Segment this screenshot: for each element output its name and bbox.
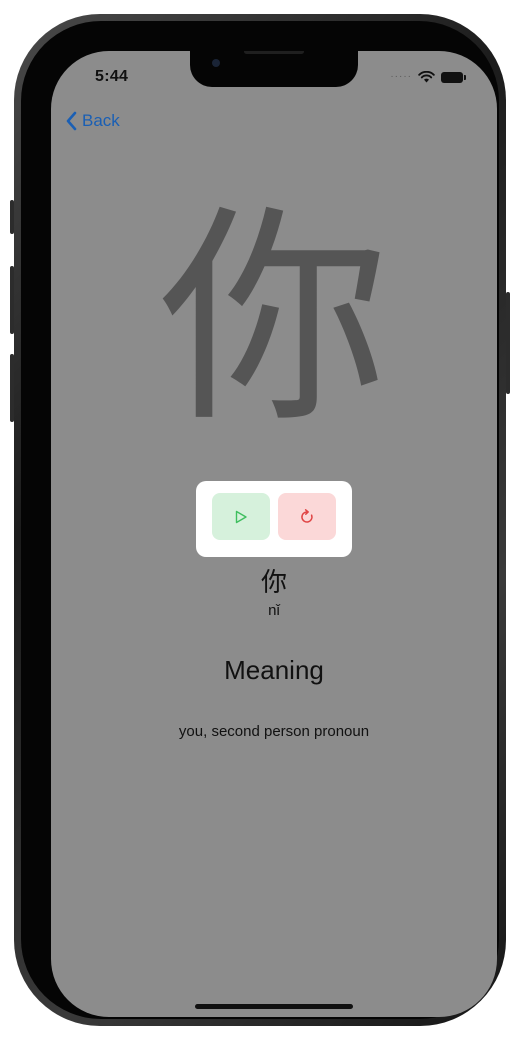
battery-icon xyxy=(441,71,466,83)
character-label: 你 xyxy=(260,567,287,597)
silent-switch xyxy=(10,200,14,234)
play-icon xyxy=(235,510,247,523)
volume-up-button xyxy=(10,266,14,334)
meaning-heading: Meaning xyxy=(224,655,324,685)
back-button[interactable]: Back xyxy=(65,111,120,131)
chevron-left-icon xyxy=(66,111,77,131)
reset-button[interactable] xyxy=(278,493,336,540)
volume-down-button xyxy=(10,354,14,422)
phone-frame: 5:44 ····· Back 你 你 nǐ Meaning you, seco… xyxy=(10,14,510,1026)
pinyin-label: nǐ xyxy=(268,602,280,619)
status-time: 5:44 xyxy=(95,68,129,85)
app-screen: 5:44 ····· Back 你 你 nǐ Meaning you, seco… xyxy=(51,51,497,1017)
refresh-icon xyxy=(301,508,313,523)
animation-controls xyxy=(196,481,352,557)
play-button[interactable] xyxy=(212,493,270,540)
meaning-text: you, second person pronoun xyxy=(178,723,370,740)
power-button xyxy=(506,292,510,394)
wifi-icon xyxy=(418,71,435,83)
status-icons: ····· xyxy=(390,71,466,83)
cellular-dots-icon: ····· xyxy=(390,71,412,82)
home-indicator xyxy=(195,1004,353,1009)
front-camera xyxy=(212,59,220,67)
earpiece-speaker xyxy=(244,51,304,54)
stroke-order-character: 你 xyxy=(158,187,389,454)
notch xyxy=(190,51,358,87)
back-label: Back xyxy=(82,111,120,130)
